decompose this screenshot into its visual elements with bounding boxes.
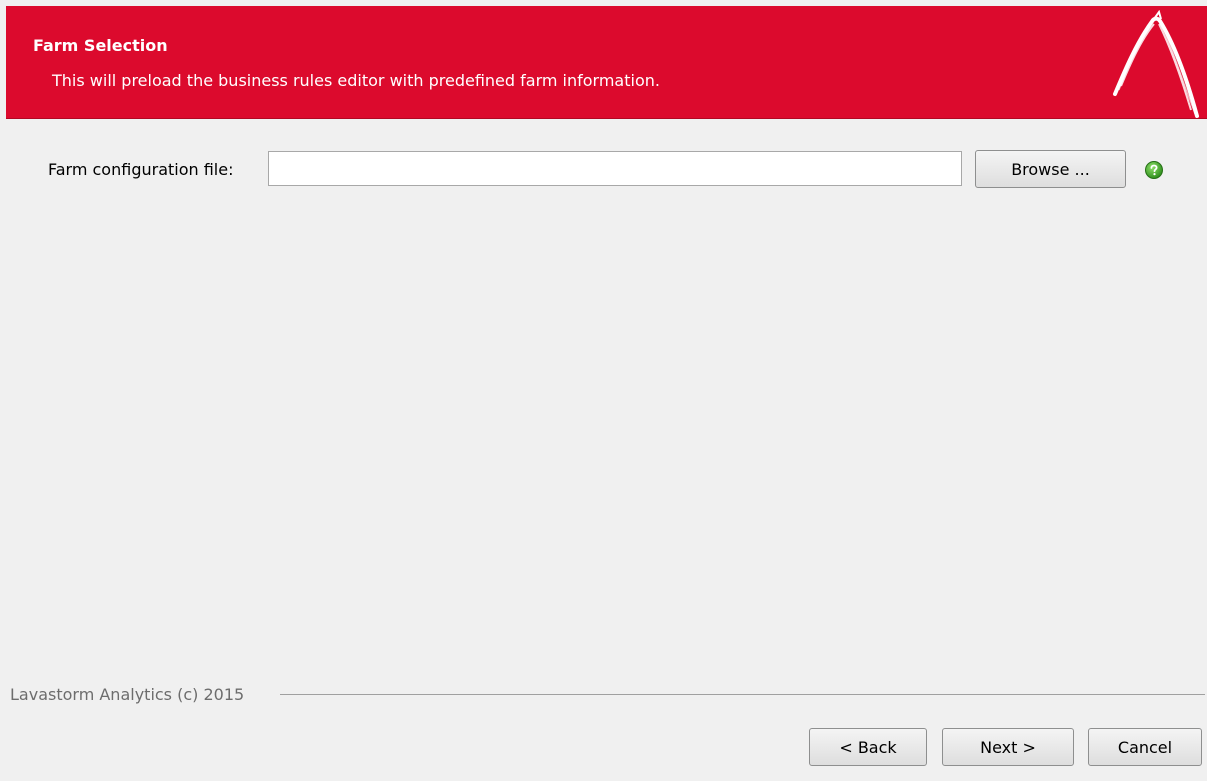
wizard-window: Farm Selection This will preload the bus…	[0, 0, 1207, 781]
farm-config-file-input[interactable]	[268, 151, 962, 186]
wizard-header: Farm Selection This will preload the bus…	[6, 6, 1207, 119]
farm-config-label: Farm configuration file:	[48, 160, 234, 179]
cancel-button[interactable]: Cancel	[1088, 728, 1202, 766]
help-icon[interactable]	[1145, 161, 1163, 179]
lavastorm-logo-icon	[1113, 10, 1199, 118]
page-title: Farm Selection	[33, 36, 168, 55]
footer-rule	[280, 694, 1205, 695]
page-subtitle: This will preload the business rules edi…	[52, 71, 660, 90]
farm-config-row: Farm configuration file: Browse ...	[0, 150, 1207, 190]
footer-separator: Lavastorm Analytics (c) 2015	[0, 683, 1207, 705]
copyright-text: Lavastorm Analytics (c) 2015	[10, 685, 245, 704]
browse-button[interactable]: Browse ...	[975, 150, 1126, 188]
next-button[interactable]: Next >	[942, 728, 1074, 766]
back-button[interactable]: < Back	[809, 728, 927, 766]
